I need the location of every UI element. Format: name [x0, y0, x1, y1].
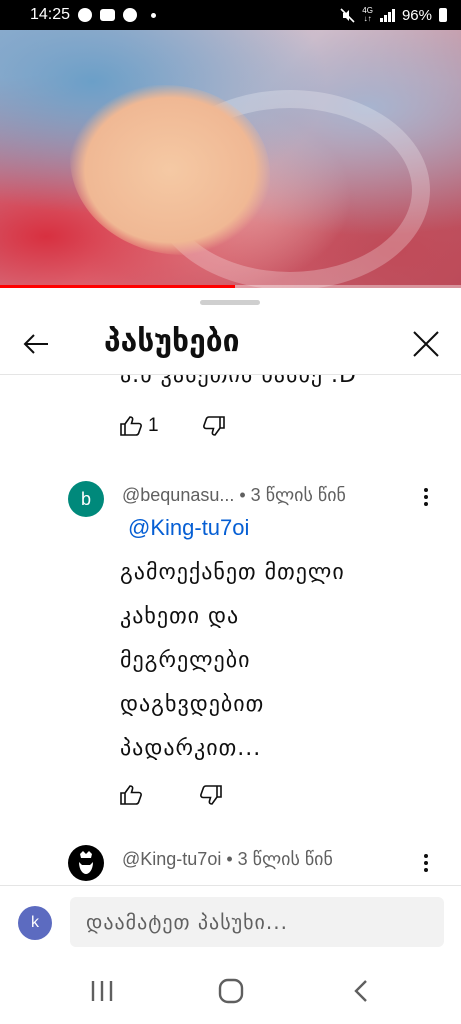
signal-icon	[379, 8, 395, 22]
nav-back-button[interactable]	[341, 976, 381, 1006]
dot-icon	[151, 12, 157, 18]
reply-meta: @bequnasu... • 3 წლის წინ	[122, 485, 346, 506]
reply-line: გამოექანეთ მთელი	[120, 560, 345, 585]
close-button[interactable]	[408, 326, 444, 362]
reply-list[interactable]: ა.ნ კასეთის ნასხე .D 1 b @bequnasu... • …	[0, 375, 461, 885]
replies-sheet: პასუხები ა.ნ კასეთის ნასხე .D 1 b @bequn…	[0, 288, 461, 938]
page-title: პასუხები	[104, 324, 240, 359]
arrow-left-icon	[23, 334, 48, 354]
sheet-header: პასუხები	[0, 312, 461, 374]
user-avatar[interactable]: k	[18, 906, 52, 940]
thumbs-up-icon	[120, 785, 142, 805]
reply-handle[interactable]: @King-tu7oi	[122, 849, 221, 869]
status-bar: 14:25 4G ↓↑ 96%	[0, 0, 461, 30]
reply-line: კახეთი და	[120, 604, 240, 629]
chrome-icon	[78, 8, 93, 22]
home-icon	[218, 978, 244, 1004]
more-options-button[interactable]	[416, 849, 436, 877]
thumbs-up-icon	[120, 416, 142, 436]
youtube-icon	[100, 9, 116, 21]
like-count: 1	[148, 415, 159, 436]
avatar[interactable]: b	[68, 481, 104, 517]
reply-line: დაგხვდებით	[120, 692, 265, 717]
reply-handle[interactable]: @bequnasu...	[122, 485, 234, 505]
bearded-face-icon	[79, 851, 93, 874]
reply-meta: @King-tu7oi • 3 წლის წინ	[122, 849, 333, 870]
reply-composer: k	[0, 885, 461, 953]
recents-button[interactable]	[82, 976, 122, 1006]
dislike-button[interactable]	[200, 785, 222, 805]
drag-handle[interactable]	[200, 300, 260, 305]
chrome-icon	[123, 8, 138, 22]
video-frame-logo	[297, 205, 447, 255]
thumbs-down-icon	[202, 416, 225, 436]
mention-link[interactable]: @King-tu7oi	[128, 515, 249, 541]
thumbs-down-icon	[200, 785, 222, 805]
recents-icon	[91, 981, 113, 1001]
close-icon	[413, 331, 439, 357]
reply-time: • 3 წლის წინ	[239, 485, 346, 505]
status-time: 14:25	[30, 6, 71, 23]
dislike-button[interactable]	[202, 416, 225, 436]
nav-back-icon	[354, 980, 367, 1002]
network-indicator: 4G ↓↑	[362, 7, 373, 23]
home-button[interactable]	[211, 976, 251, 1006]
mute-icon	[340, 7, 355, 23]
reply-body-clipped: ა.ნ კასეთის ნასხე .D	[120, 375, 357, 388]
battery-percent: 96%	[401, 6, 432, 24]
reply-input[interactable]	[70, 897, 444, 947]
reply-actions: 1	[120, 415, 225, 437]
video-player[interactable]	[0, 30, 461, 288]
reply-actions	[120, 785, 222, 805]
more-options-button[interactable]	[416, 483, 436, 511]
reply-line: მეგრელები	[120, 648, 251, 673]
reply-body: გამოექანეთ მთელი კახეთი და მეგრელები დაგ…	[120, 551, 410, 771]
battery-icon	[439, 8, 447, 22]
network-arrows: ↓↑	[363, 14, 372, 23]
avatar[interactable]	[68, 845, 104, 881]
back-button[interactable]	[18, 326, 54, 362]
reply-time: • 3 წლის წინ	[226, 849, 333, 869]
like-button[interactable]: 1	[120, 415, 159, 437]
system-nav-bar	[0, 958, 461, 1024]
like-button[interactable]	[120, 785, 142, 805]
reply-line: პადარკით...	[120, 736, 262, 761]
